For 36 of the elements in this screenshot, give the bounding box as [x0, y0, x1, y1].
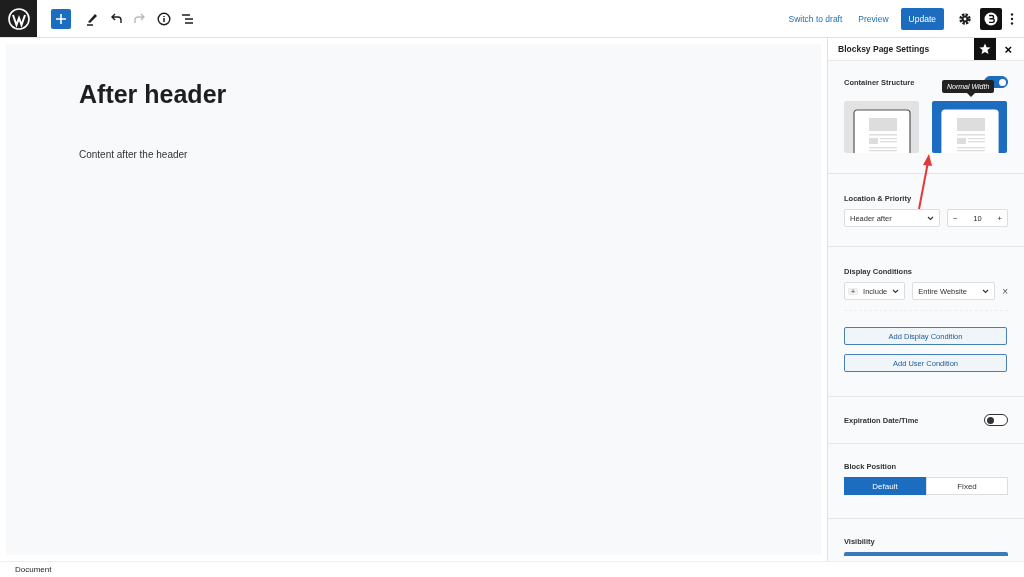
sidebar-title: Blocksy Page Settings — [838, 44, 931, 54]
layout-option[interactable] — [932, 101, 1007, 153]
chevron-down-icon — [982, 288, 990, 294]
list-view-icon[interactable] — [181, 11, 195, 26]
segment-button[interactable]: Default — [844, 477, 926, 495]
undo-icon[interactable] — [109, 11, 123, 26]
chevron-down-icon — [927, 215, 934, 221]
pen-icon[interactable] — [85, 11, 99, 26]
settings-icon[interactable] — [958, 11, 972, 26]
post-title[interactable]: After header — [79, 80, 748, 109]
layout-option[interactable] — [844, 101, 919, 153]
close-button[interactable]: × — [1002, 41, 1014, 57]
wordpress-logo[interactable] — [0, 0, 37, 37]
segment-button[interactable]: Fixed — [926, 477, 1008, 495]
page-layout-icon — [852, 109, 911, 153]
update-button[interactable]: Update — [900, 7, 944, 30]
switch-to-draft-button[interactable]: Switch to draft — [784, 9, 847, 28]
annotation-arrow — [918, 154, 932, 210]
toggle-switch[interactable] — [984, 414, 1008, 426]
add-block-button[interactable] — [51, 8, 71, 29]
preview-button[interactable]: Preview — [854, 9, 893, 28]
info-icon[interactable] — [157, 11, 171, 26]
more-options-icon[interactable] — [1010, 11, 1014, 26]
breadcrumb-link[interactable]: Document — [15, 565, 52, 574]
plus-icon — [55, 12, 67, 25]
remove-condition-button[interactable]: × — [1002, 285, 1008, 297]
wordpress-icon — [7, 7, 30, 30]
increment-button[interactable]: + — [992, 213, 1007, 223]
pin-button[interactable] — [974, 38, 997, 60]
star-icon — [979, 43, 992, 55]
chevron-down-icon — [892, 288, 900, 294]
blocksy-button[interactable] — [980, 7, 1002, 30]
page-layout-icon — [940, 109, 999, 153]
paragraph-text[interactable]: Content after the header — [79, 149, 748, 160]
decrement-button[interactable]: − — [948, 213, 963, 223]
blocksy-logo-icon — [984, 11, 998, 26]
